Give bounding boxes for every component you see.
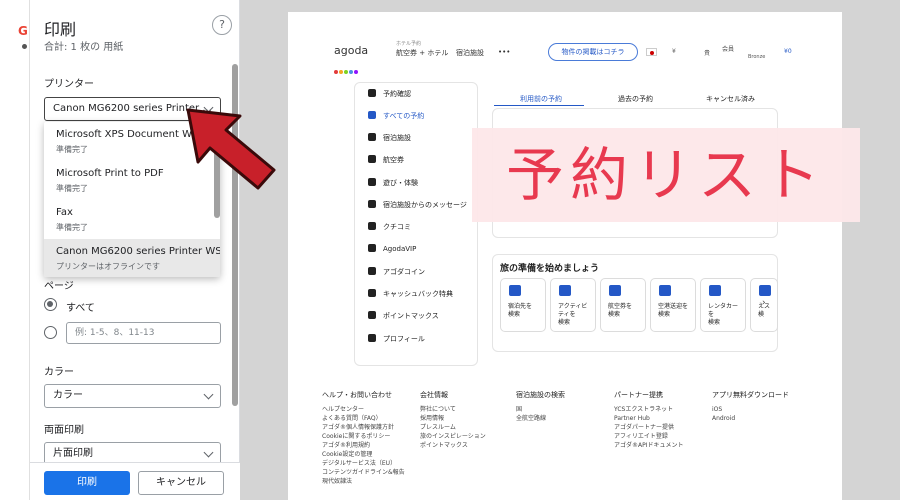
sidebar-item-reviews[interactable]: クチコミ [368,222,411,232]
japan-flag-icon[interactable] [646,48,657,56]
annotation-text: 予約リスト [505,141,826,209]
vip-icon [368,244,376,252]
nav-mini-label: ホテル予約 [396,41,422,47]
tile-search-car[interactable]: レンタカー を 検索 [700,278,746,332]
sidebar-item-activities[interactable]: 遊び・体験 [368,178,418,188]
tab-underline [494,105,584,106]
duplex-label: 両面印刷 [44,425,84,436]
footer-col-partner: パートナー提携 YCSエクストラネット Partner Hub アゴダパートナー… [614,391,684,449]
cashback-icon [368,289,376,297]
member-label: 会員 [722,46,735,53]
tiles-next-button[interactable]: › [762,298,766,308]
dot-icon [22,44,27,49]
sidebar-item-flights[interactable]: 航空券 [368,155,404,165]
nav-accommodation[interactable]: 宿泊施設 [456,48,484,58]
dialog-footer: 印刷 キャンセル [30,462,240,500]
browser-background-strip: G [0,0,30,500]
flight-icon [609,285,621,296]
cancel-button[interactable]: キャンセル [138,471,224,495]
sidebar-item-agodavip[interactable]: AgodaVIP [368,244,416,253]
dialog-title: 印刷 [44,20,77,39]
rank-label: Bronze [748,54,766,60]
printer-option-fax[interactable]: Fax 準備完了 [44,200,220,238]
annotation-banner: 予約リスト [472,128,860,222]
pointsmax-icon [368,311,376,319]
agoda-logo: agoda [334,44,369,57]
sidebar-item-profile[interactable]: プロフィール [368,334,425,344]
star-icon [368,222,376,230]
print-button[interactable]: 印刷 [44,471,130,495]
tile-search-flight[interactable]: 航空券を 検索 [600,278,646,332]
agoda-logo-dots [334,59,359,74]
suitcase-icon [368,111,376,119]
chevron-down-icon [203,447,214,458]
tile-search-hotel[interactable]: 宿泊先を 検索 [500,278,546,332]
footer-col-app: アプリ無料ダウンロード iOS Android [712,391,789,422]
tile-search-transfer[interactable]: 空港送迎を 検索 [650,278,696,332]
tab-past[interactable]: 過去の予約 [618,94,653,104]
sidebar-item-booking-confirm[interactable]: 予約確認 [368,89,411,99]
preview-page: agoda ホテル予約 航空券 + ホテル 宿泊施設 ••• 物件の掲載はコチラ… [288,12,842,500]
message-icon [368,200,376,208]
footer-col-company: 会社情報 弊社について 採用情報 プレスルーム 旅のインスピレーション ポイント… [420,391,486,449]
list-property-button[interactable]: 物件の掲載はコチラ [548,43,638,61]
chevron-down-icon [203,389,214,400]
transfer-icon [659,285,671,296]
google-icon: G [18,24,28,38]
sheet-count: 合計: 1 枚の 用紙 [44,42,124,53]
nav-flight-hotel[interactable]: 航空券 + ホテル [396,48,448,58]
help-icon[interactable]: ? [212,15,232,35]
sidebar-item-messages[interactable]: 宿泊施設からのメッセージ [368,200,467,210]
car-icon [709,285,721,296]
sidebar-item-cashback[interactable]: キャッシュバック特典 [368,289,453,299]
sidebar-item-agoda-coins[interactable]: アゴダコイン [368,267,425,277]
color-label: カラー [44,367,74,378]
profile-icon [368,334,376,342]
sidebar-item-accommodation[interactable]: 宿泊施設 [368,133,411,143]
currency-label[interactable]: ¥ [672,48,676,55]
color-select[interactable]: カラー [44,384,221,408]
pages-label: ページ [44,281,74,292]
tab-upcoming[interactable]: 利用前の予約 [520,94,562,104]
trip-start-title: 旅の準備を始めましょう [500,264,600,274]
pages-all-label: すべて [66,303,95,314]
nav-more[interactable]: ••• [498,48,510,56]
hotel-icon [509,285,521,296]
calendar-icon [368,89,376,97]
sidebar-item-pointsmax[interactable]: ポイントマックス [368,311,439,321]
footer-col-help: ヘルプ・お問い合わせ ヘルプセンター よくある質問（FAQ） アゴダ®個人情報保… [322,391,405,485]
pages-custom-input[interactable]: 例: 1-5、8、11-13 [66,322,221,344]
plane-icon [368,155,376,163]
footer-col-search: 宿泊施設の検索 国 全航空路線 [516,391,565,422]
activity-icon [559,285,571,296]
printer-label: プリンター [44,79,94,90]
printer-option-canon[interactable]: Canon MG6200 series Printer WS プリンターはオフラ… [44,239,220,277]
pages-all-radio[interactable] [44,298,57,311]
pages-custom-radio[interactable] [44,326,57,339]
sidebar-item-all-bookings[interactable]: すべての予約 [368,111,424,121]
bus-icon [759,285,771,296]
points-label[interactable]: ¥0 [784,48,792,55]
user-avatar[interactable]: 貴 [704,48,710,57]
tab-cancelled[interactable]: キャンセル済み [706,94,755,104]
tile-search-activity[interactable]: アクティビ ティを 検索 [550,278,596,332]
red-arrow-icon [186,108,276,190]
ferris-wheel-icon [368,178,376,186]
building-icon [368,133,376,141]
coin-icon [368,267,376,275]
print-dialog: 印刷 合計: 1 枚の 用紙 ? プリンター Canon MG6200 seri… [30,0,240,500]
